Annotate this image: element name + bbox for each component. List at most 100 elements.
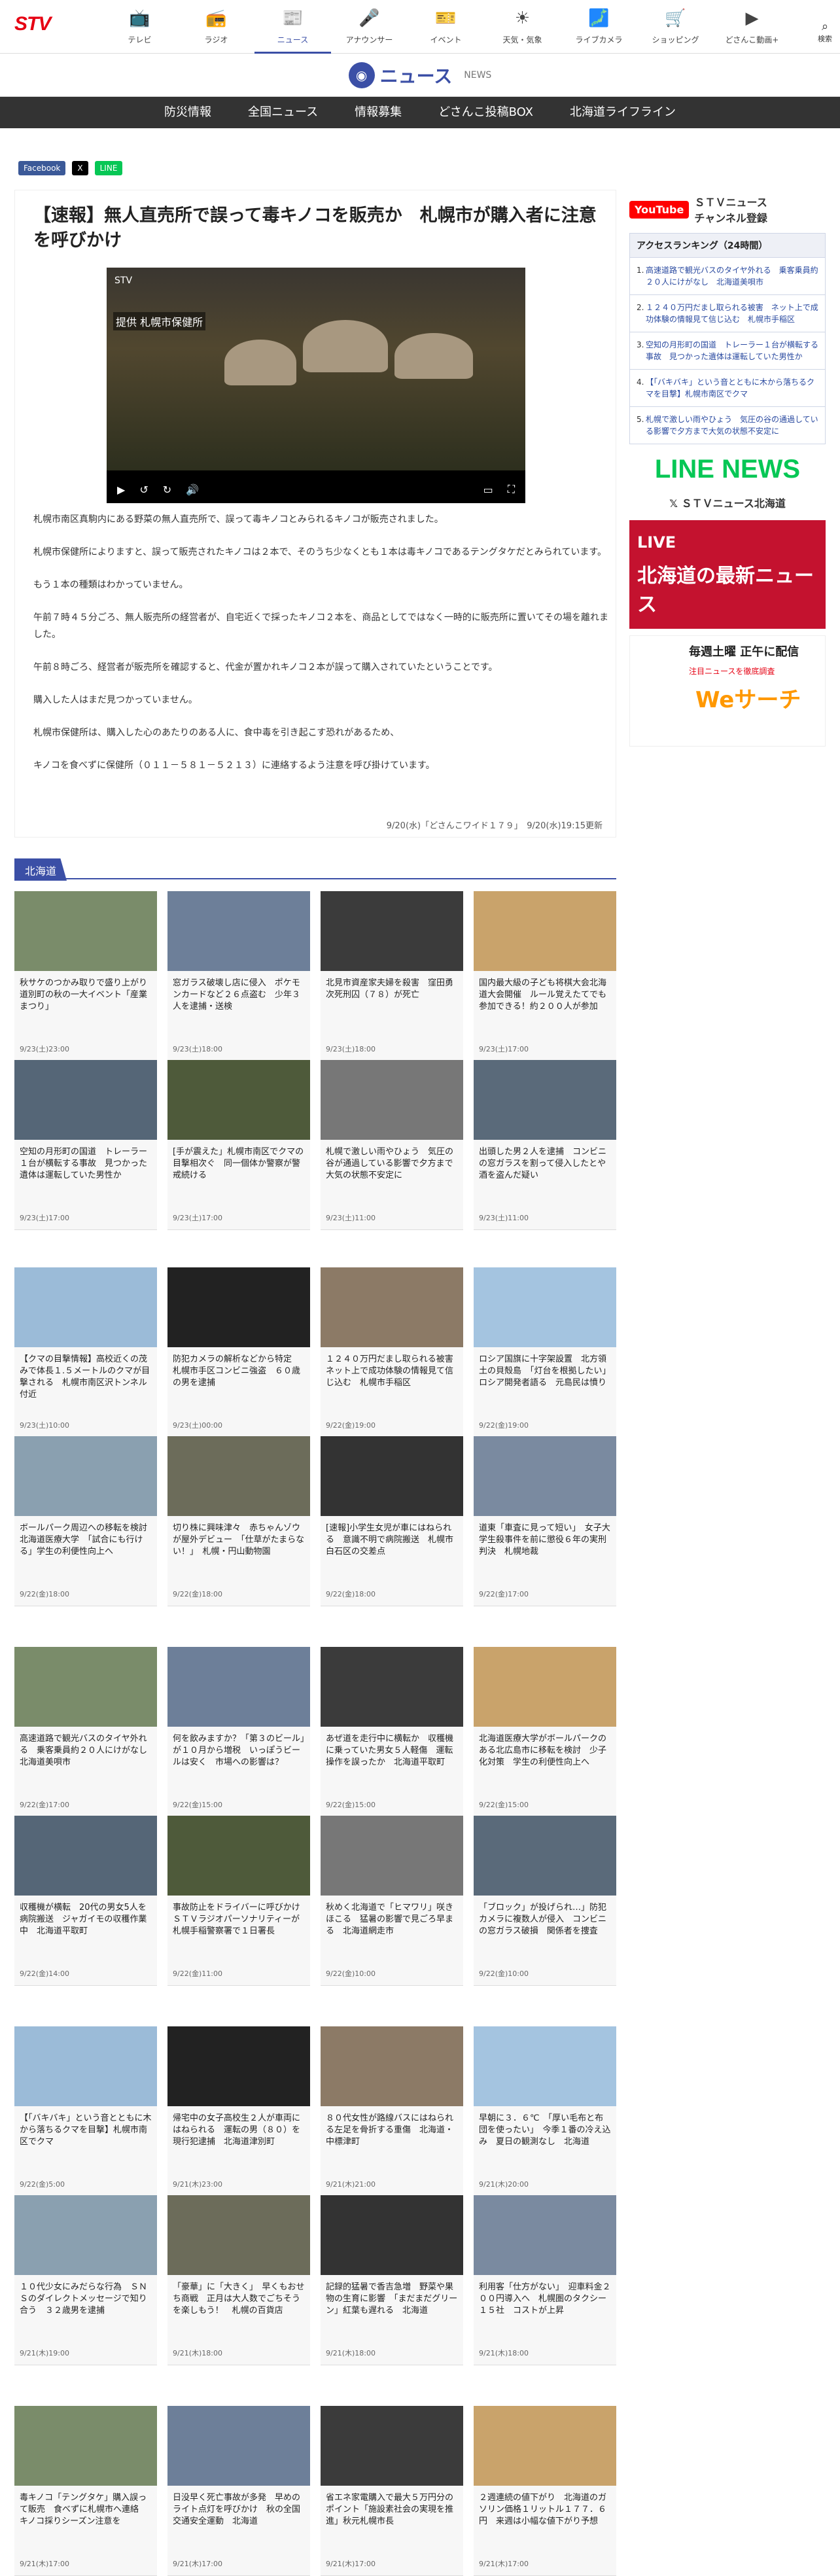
volume-icon[interactable]: 🔊 — [186, 484, 199, 496]
play-icon[interactable]: ▶ — [117, 484, 125, 496]
video-caption: 提供 札幌市保健所 — [113, 312, 206, 330]
subnav-item[interactable]: 全国ニュース — [230, 97, 336, 128]
fullscreen-icon[interactable]: ⛶ — [508, 483, 515, 496]
news-card[interactable]: 窓ガラス破壊し店に侵入 ポケモンカードなど２６点盗む 少年３人を逮捕・送検 9/2… — [167, 891, 310, 1061]
news-card[interactable]: 秋めく北海道で「ヒマワリ」咲きほこる 猛暑の影響で見ごろ早まる 北海道網走市 9/… — [321, 1816, 463, 1986]
news-thumbnail — [167, 1816, 310, 1896]
news-card[interactable]: 【クマの目撃情報】高校近くの茂みで体長１.５メートルのクマが目撃される 札幌市南… — [14, 1267, 157, 1438]
nav-item[interactable]: 🎫 イベント — [408, 0, 484, 54]
news-card[interactable]: 何を飲みますか？「第３のビール」が１０月から増税 いっぽうビールは安く 市場への… — [167, 1647, 310, 1817]
news-card[interactable]: 空知の月形町の国道 トレーラー１台が横転する事故 見つかった遺体は運転していた男… — [14, 1060, 157, 1230]
news-card[interactable]: 利用客「仕方がない」 迎車料金２００円導入へ 札幌圏のタクシー１５社 コストが上… — [474, 2195, 616, 2365]
ranking-link: 札幌で激しい雨やひょう 気圧の谷の通過している影響で夕方まで大気の状態不安定に — [646, 415, 818, 436]
ranking-item[interactable]: 5. 札幌で激しい雨やひょう 気圧の谷の通過している影響で夕方まで大気の状態不安定… — [630, 406, 825, 444]
x-share-button[interactable]: X — [72, 161, 88, 175]
dosanko-icon: ▶ — [745, 9, 759, 28]
nav-item[interactable]: 🗾 ライブカメラ — [561, 0, 637, 54]
ranking-item[interactable]: 2. １２４０万円だまし取られる被害 ネット上で成功体験の情報見て信じ込む 札幌市… — [630, 294, 825, 332]
news-card[interactable]: 事故防止をドライバーに呼びかけ ＳＴＶラジオパーソナリティーが札幌手稲警察署で１… — [167, 1816, 310, 1986]
news-card[interactable]: 北海道医療大学がボールパークのある北広島市に移転を検討 少子化対策 学生の利便性… — [474, 1647, 616, 1817]
video-player[interactable]: STV 提供 札幌市保健所 ▶ ↺ ↻ 🔊 ▭ ⛶ — [107, 268, 525, 503]
news-card[interactable]: 帰宅中の女子高校生２人が車両にはねられる 運転の男（８０）を現行犯逮捕 北海道津… — [167, 2026, 310, 2197]
news-row: 【「バキバキ」という音とともに木から落ちるクマを目撃】札幌市南区でクマ 9/22(… — [14, 2026, 616, 2197]
news-card[interactable]: 防犯カメラの解析などから特定 札幌市手区コンビニ強盗 ６０歳の男を逮捕 9/23(… — [167, 1267, 310, 1438]
nav-item[interactable]: 📰 ニュース — [254, 0, 331, 54]
news-card[interactable]: ロシア国旗に十字架設置 北方領土の貝殻島 「灯台を根拠したい」ロシア開発者語る … — [474, 1267, 616, 1438]
news-headline: 省エネ家電購入で最大５万円分のポイント「施設素社会の実現を推進」秋元札幌市長 — [326, 2493, 454, 2526]
news-card[interactable]: １０代少女にみだらな行為 ＳＮＳのダイレクトメッセージで知り合う ３２歳男を逮捕… — [14, 2195, 157, 2365]
global-nav: 📺 テレビ 📻 ラジオ 📰 ニュース 🎤 アナウンサー 🎫 イベント ☀ 天気・気象 🗾 ライブカメラ 🛒 シ… — [101, 0, 790, 54]
stv-logo[interactable]: STV — [14, 13, 61, 39]
article-container: 【速報】無人直売所で誤って毒キノコを販売か 札幌市が購入者に注意を呼びかけ ST… — [14, 190, 616, 838]
news-card[interactable]: ２週連続の値下がり 北海道のガソリン価格１リットル１７７．６円 来週は小幅な値下… — [474, 2406, 616, 2576]
mushroom-image — [394, 333, 473, 379]
nav-item[interactable]: 📺 テレビ — [101, 0, 178, 54]
nav-item[interactable]: 🎤 アナウンサー — [331, 0, 408, 54]
news-card[interactable]: 日没早く死亡事故が多発 早めのライト点灯を呼びかけ 秋の全国交通安全運動 北海道… — [167, 2406, 310, 2576]
news-card[interactable]: 秋サケのつかみ取りで盛り上がり 道別町の秋の一大イベント「産業まつり」 9/23(… — [14, 891, 157, 1061]
youtube-channel-text: ＳＴＶニュース チャンネル登録 — [694, 196, 767, 224]
news-card[interactable]: ボールパーク周辺への移転を検討 北海道医療大学 「試合にも行ける」学生の利便性向… — [14, 1436, 157, 1606]
nav-label: ラジオ — [204, 35, 228, 44]
news-headline: 何を飲みますか？「第３のビール」が１０月から増税 いっぽうビールは安く 市場への… — [173, 1734, 305, 1767]
news-card[interactable]: ８０代女性が路線バスにはねられる左足を骨折する重傷 北海道・中標津町 9/21(木… — [321, 2026, 463, 2197]
article-paragraph: キノコを食べずに保健所（０１１－５８１－５２１３）に連絡するよう注意を呼び掛けて… — [33, 760, 435, 771]
rewind-icon[interactable]: ↺ — [139, 484, 148, 496]
news-card[interactable]: 道東「車査に見って短い」 女子大学生殺事件を前に懲役６年の実刑判決 札幌地裁 9/… — [474, 1436, 616, 1606]
news-card[interactable]: 「ブロック」が投げられ…」防犯カメラに複数人が侵入 コンビニの窓ガラス破損 関係… — [474, 1816, 616, 1986]
news-card[interactable]: 高速道路で観光バスのタイヤ外れる 乗客乗員約２０人にけがなし 北海道美唄市 9/2… — [14, 1647, 157, 1817]
ranking-link: 【「バキバキ」という音とともに木から落ちるクマを目撃】札幌市南区でクマ — [646, 378, 815, 398]
news-date: 9/21(木)23:00 — [173, 2180, 222, 2189]
news-headline: 利用客「仕方がない」 迎車料金２００円導入へ 札幌圏のタクシー１５社 コストが上… — [479, 2282, 611, 2316]
ranking-item[interactable]: 4. 【「バキバキ」という音とともに木から落ちるクマを目撃】札幌市南区でクマ — [630, 369, 825, 406]
news-headline: 記録的猛暑で香吉急増 野菜や果物の生育に影響 「まだまだグリーン」紅葉も遅れる … — [326, 2282, 458, 2316]
news-card[interactable]: 出頭した男２人を逮捕 コンビニの窓ガラスを割って侵入したとや酒を盗んだ疑い 9/2… — [474, 1060, 616, 1230]
subnav-item[interactable]: 情報募集 — [336, 97, 420, 128]
news-row: 高速道路で観光バスのタイヤ外れる 乗客乗員約２０人にけがなし 北海道美唄市 9/2… — [14, 1647, 616, 1817]
news-card[interactable]: 札幌で激しい雨やひょう 気圧の谷が通過している影響で夕方まで大気の状態不安定に 9… — [321, 1060, 463, 1230]
news-card[interactable]: 北見市資産家夫婦を殺害 窪田勇次死刑囚（７８）が死亡 9/23(土)18:00 — [321, 891, 463, 1061]
ranking-item[interactable]: 3. 空知の月形町の国道 トレーラー１台が横転する事故 見つかった遺体は運転してい… — [630, 332, 825, 369]
nav-item[interactable]: 📻 ラジオ — [178, 0, 254, 54]
search-icon: ⌕ — [821, 20, 829, 33]
search-button[interactable]: ⌕ 検索 — [818, 20, 832, 44]
mushroom-image — [224, 340, 296, 385]
news-headline: 道東「車査に見って短い」 女子大学生殺事件を前に懲役６年の実刑判決 札幌地裁 — [479, 1523, 610, 1557]
news-thumbnail — [167, 891, 310, 971]
latest-news-banner[interactable]: LIVE 北海道の最新ニュース — [629, 520, 826, 629]
news-card[interactable]: 早朝に３．６℃ 「厚い毛布と布団を使ったい」 今季１番の冷え込み 夏日の観測なし… — [474, 2026, 616, 2197]
news-card[interactable]: １２４０万円だまし取られる被害 ネット上で成功体験の情報見て信じ込む 札幌市手稲… — [321, 1267, 463, 1438]
nav-item[interactable]: ☀ 天気・気象 — [484, 0, 561, 54]
news-card[interactable]: 記録的猛暑で香吉急増 野菜や果物の生育に影響 「まだまだグリーン」紅葉も遅れる … — [321, 2195, 463, 2365]
news-card[interactable]: [速報]小学生女児が車にはねられる 意識不明で病院搬送 札幌市白石区の交差点 9/… — [321, 1436, 463, 1606]
nav-item[interactable]: ▶ どさんこ動画+ — [714, 0, 790, 54]
subnav-item[interactable]: 防災情報 — [146, 97, 230, 128]
subnav-item[interactable]: 北海道ライフライン — [551, 97, 694, 128]
news-date: 9/22(金)18:00 — [326, 1590, 376, 1598]
news-card[interactable]: あぜ道を走行中に横転か 収穫機に乗っていた男女５人軽傷 運転操作を誤ったか 北海… — [321, 1647, 463, 1817]
news-row: 空知の月形町の国道 トレーラー１台が横転する事故 見つかった遺体は運転していた男… — [14, 1060, 616, 1230]
youtube-banner[interactable]: YouTube ＳＴＶニュース チャンネル登録 — [629, 190, 826, 229]
news-card[interactable]: 【「バキバキ」という音とともに木から落ちるクマを目撃】札幌市南区でクマ 9/22(… — [14, 2026, 157, 2197]
line-news-banner[interactable]: LINE NEWS — [629, 451, 826, 487]
news-card[interactable]: 「豪華」に「大きく」 早くもおせち商戦 正月は大人数でごちそうを楽しもう！ 札幌… — [167, 2195, 310, 2365]
forward-icon[interactable]: ↻ — [163, 484, 171, 496]
nav-item[interactable]: 🛒 ショッピング — [637, 0, 714, 54]
news-card[interactable]: 切り株に興味津々 赤ちゃんゾウが屋外デビュー 「仕草がたまらない！」 札幌・円山… — [167, 1436, 310, 1606]
article-paragraph: もう１本の種類はわかっていません。 — [33, 580, 188, 590]
facebook-share-button[interactable]: Facebook — [18, 161, 66, 175]
x-account-banner[interactable]: 𝕏 ＳＴＶニュース北海道 — [629, 487, 826, 520]
captions-icon[interactable]: ▭ — [483, 484, 493, 496]
subnav-item[interactable]: どさんこ投稿BOX — [420, 97, 551, 128]
news-card[interactable]: 国内最大級の子ども将棋大会北海道大会開催 ルール覚えたてでも参加できる！約２００… — [474, 891, 616, 1061]
news-card[interactable]: [手が震えた」札幌市南区でクマの目撃相次ぐ 同一個体か警察が警戒続ける 9/23(… — [167, 1060, 310, 1230]
news-row: 【クマの目撃情報】高校近くの茂みで体長１.５メートルのクマが目撃される 札幌市南… — [14, 1267, 616, 1438]
line-share-button[interactable]: LINE — [94, 161, 123, 175]
news-card[interactable]: 毒キノコ「テングタケ」購入誤って販売 食べずに札幌市へ連絡 キノコ採りシーズン注… — [14, 2406, 157, 2576]
news-card[interactable]: 省エネ家電購入で最大５万円分のポイント「施設素社会の実現を推進」秋元札幌市長 9/… — [321, 2406, 463, 2576]
news-row: 毒キノコ「テングタケ」購入誤って販売 食べずに札幌市へ連絡 キノコ採りシーズン注… — [14, 2406, 616, 2576]
ranking-item[interactable]: 1. 高速道路で観光バスのタイヤ外れる 乗客乗員約２０人にけがなし 北海道美唄市 — [630, 257, 825, 294]
news-card[interactable]: 収穫機が横転 20代の男女5人を病院搬送 ジャガイモの収穫作業中 北海道平取町 9… — [14, 1816, 157, 1986]
news-icon: 📰 — [282, 9, 304, 28]
we-search-banner[interactable]: 毎週土曜 正午に配信 注目ニュースを徹底調査 Weサーチ — [629, 635, 826, 747]
